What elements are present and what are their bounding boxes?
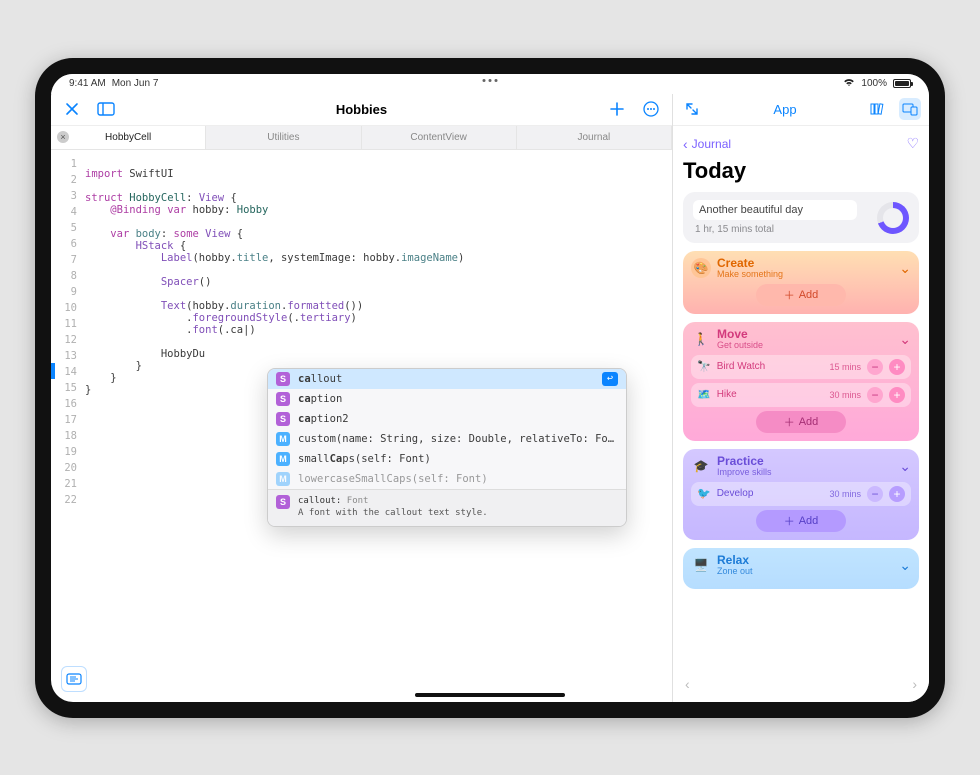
home-indicator[interactable] <box>415 693 565 697</box>
status-bar: 9:41 AM Mon Jun 7 100% <box>51 74 929 94</box>
device-preview-icon[interactable] <box>899 98 921 120</box>
tab-journal[interactable]: Journal <box>517 126 672 149</box>
relax-card[interactable]: 🖥️ Relax Zone out ⌄ <box>683 548 919 589</box>
app-preview: ‹ Journal ♡ Today 1 hr, 15 mins total <box>673 126 929 702</box>
preview-title: App <box>713 102 857 117</box>
editor-tabs: × HobbyCell Utilities ContentView Journa… <box>51 126 672 150</box>
prev-arrow-icon[interactable]: ‹ <box>685 676 690 696</box>
chevron-down-icon[interactable]: ⌄ <box>899 557 911 574</box>
map-icon: 🗺️ <box>697 388 711 401</box>
autocomplete-item[interactable]: M custom(name: String, size: Double, rel… <box>268 429 626 449</box>
chevron-left-icon: ‹ <box>683 136 688 152</box>
close-icon[interactable] <box>61 98 83 120</box>
project-title: Hobbies <box>129 102 594 117</box>
summary-card: 1 hr, 15 mins total <box>683 192 919 243</box>
add-button[interactable]: ＋ Add <box>756 510 846 532</box>
summary-input[interactable] <box>693 200 857 220</box>
list-item[interactable]: 🔭 Bird Watch 15 mins − + <box>691 355 911 379</box>
preview-nav: ‹ Journal ♡ <box>683 132 919 156</box>
walk-icon: 🚶 <box>691 329 711 349</box>
autocomplete-item[interactable]: M lowercaseSmallCaps(self: Font) <box>268 469 626 489</box>
decrement-button[interactable]: − <box>867 359 883 375</box>
enter-key-icon: ↩ <box>602 372 618 386</box>
increment-button[interactable]: + <box>889 359 905 375</box>
tab-contentview[interactable]: ContentView <box>362 126 517 149</box>
autocomplete-item[interactable]: M smallCaps(self: Font) <box>268 449 626 469</box>
binoculars-icon: 🔭 <box>697 360 711 373</box>
editor-toolbar: Hobbies <box>51 94 672 126</box>
autocomplete-item[interactable]: S caption2 <box>268 409 626 429</box>
back-button[interactable]: ‹ Journal <box>683 136 731 152</box>
chevron-down-icon[interactable]: ⌄ <box>899 458 911 475</box>
minimap-icon[interactable] <box>61 666 87 692</box>
decrement-button[interactable]: − <box>867 387 883 403</box>
multitask-dots-icon[interactable] <box>483 79 498 82</box>
practice-card[interactable]: 🎓 Practice Improve skills ⌄ 🐦 Develop 30… <box>683 449 919 540</box>
autocomplete-popup[interactable]: S callout ↩ S caption S caption2 <box>267 368 627 527</box>
autocomplete-item[interactable]: S callout ↩ <box>268 369 626 389</box>
add-button[interactable]: ＋ Add <box>756 411 846 433</box>
autocomplete-item[interactable]: S caption <box>268 389 626 409</box>
next-arrow-icon[interactable]: › <box>912 676 917 696</box>
monitor-icon: 🖥️ <box>691 555 711 575</box>
editor-pane: Hobbies × HobbyCell Utilities Conten <box>51 94 673 702</box>
preview-nav-arrows: ‹ › <box>673 676 929 696</box>
wifi-icon <box>843 78 855 90</box>
increment-button[interactable]: + <box>889 486 905 502</box>
tab-utilities[interactable]: Utilities <box>206 126 361 149</box>
chevron-down-icon[interactable]: ⌄ <box>899 331 911 348</box>
more-icon[interactable] <box>640 98 662 120</box>
create-card[interactable]: 🎨 Create Make something ⌄ ＋ Add <box>683 251 919 314</box>
list-item[interactable]: 🗺️ Hike 30 mins − + <box>691 383 911 407</box>
sidebar-toggle-icon[interactable] <box>95 98 117 120</box>
preview-pane: App ‹ Journal ♡ <box>673 94 929 702</box>
screen: 9:41 AM Mon Jun 7 100% <box>51 74 929 702</box>
increment-button[interactable]: + <box>889 387 905 403</box>
favorite-icon[interactable]: ♡ <box>906 135 919 152</box>
grad-cap-icon: 🎓 <box>691 456 711 476</box>
progress-ring-icon <box>877 202 909 234</box>
swift-icon: 🐦 <box>697 487 711 500</box>
preview-toolbar: App <box>673 94 929 126</box>
status-date: Mon Jun 7 <box>112 78 159 89</box>
battery-icon <box>893 79 911 88</box>
autocomplete-doc: S callout: Font A font with the callout … <box>268 489 626 526</box>
chevron-down-icon[interactable]: ⌄ <box>899 260 911 277</box>
code-editor[interactable]: 123456 789101112 131415161718 19202122 i… <box>51 150 672 702</box>
expand-icon[interactable] <box>681 98 703 120</box>
line-gutter: 123456 789101112 131415161718 19202122 <box>51 150 85 702</box>
summary-subtitle: 1 hr, 15 mins total <box>693 224 857 235</box>
list-item[interactable]: 🐦 Develop 30 mins − + <box>691 482 911 506</box>
current-line-flag <box>51 363 55 379</box>
tab-close-icon[interactable]: × <box>57 131 69 143</box>
battery-pct: 100% <box>861 78 887 89</box>
add-icon[interactable] <box>606 98 628 120</box>
ipad-frame: 9:41 AM Mon Jun 7 100% <box>35 58 945 718</box>
status-time: 9:41 AM <box>69 78 106 89</box>
decrement-button[interactable]: − <box>867 486 883 502</box>
add-button[interactable]: ＋ Add <box>756 284 846 306</box>
library-icon[interactable] <box>867 98 889 120</box>
tab-hobbycell[interactable]: × HobbyCell <box>51 126 206 149</box>
palette-icon: 🎨 <box>691 258 711 278</box>
page-title: Today <box>683 158 919 184</box>
move-card[interactable]: 🚶 Move Get outside ⌄ 🔭 Bird Watch 15 min… <box>683 322 919 441</box>
